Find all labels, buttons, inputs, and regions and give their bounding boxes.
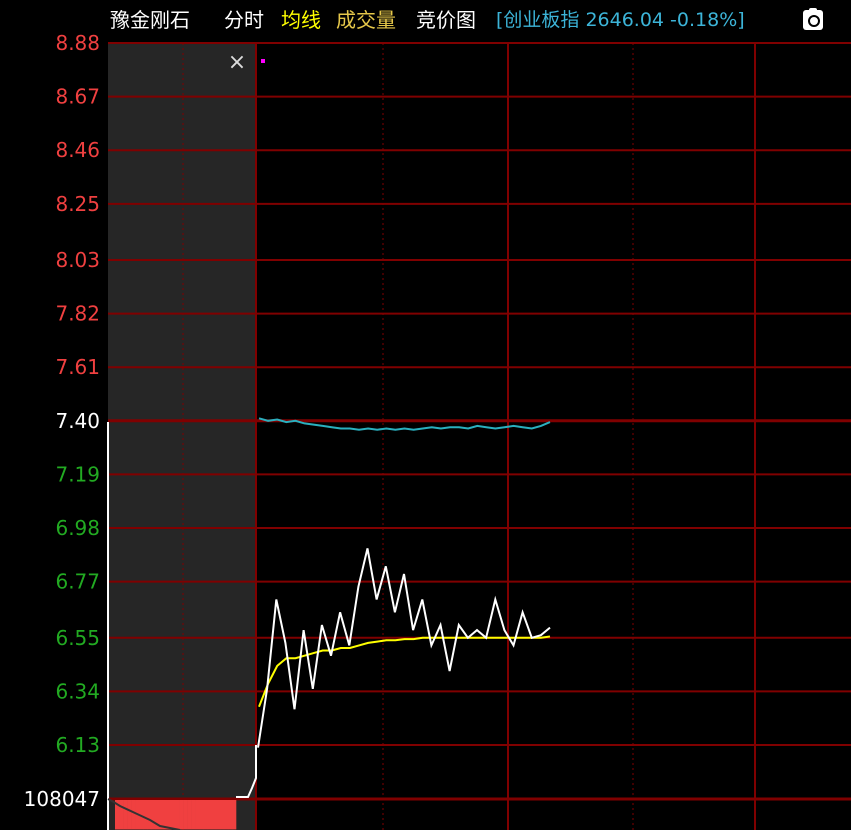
- volume-bar: [131, 800, 136, 830]
- chart-header: 豫金刚石 分时 均线 成交量 竞价图 [创业板指 2646.04 -0.18%]: [0, 0, 851, 42]
- volume-bar: [231, 800, 237, 830]
- volume-bar: [223, 800, 229, 830]
- y-tick-label: 8.25: [55, 192, 100, 216]
- y-tick-label: 7.19: [55, 462, 100, 486]
- marker-dot: [261, 59, 265, 63]
- volume-bar: [195, 800, 200, 830]
- volume-bar: [167, 800, 172, 830]
- index-quote[interactable]: [创业板指 2646.04 -0.18%]: [496, 8, 745, 32]
- stock-name[interactable]: 豫金刚石: [110, 8, 190, 32]
- camera-icon[interactable]: [803, 8, 823, 30]
- volume-bar: [227, 800, 233, 830]
- close-icon[interactable]: ×: [228, 50, 246, 75]
- y-tick-label: 6.77: [55, 570, 100, 594]
- y-tick-label: 6.98: [55, 516, 100, 540]
- volume-bar: [171, 800, 176, 830]
- volume-bar: [199, 800, 205, 830]
- tab-junxian[interactable]: 均线: [281, 8, 321, 32]
- tab-fenshi[interactable]: 分时: [224, 8, 264, 32]
- y-tick-label: 6.13: [55, 733, 100, 757]
- volume-bar: [183, 800, 188, 830]
- volume-label: 108047: [24, 787, 100, 811]
- volume-bar: [151, 800, 156, 830]
- tab-jingjiatu[interactable]: 竞价图: [416, 8, 476, 32]
- volume-bar: [203, 800, 209, 830]
- volume-bar: [175, 800, 180, 830]
- volume-bar: [123, 800, 128, 830]
- volume-bar: [207, 800, 213, 830]
- volume-bar: [127, 800, 132, 830]
- y-tick-label: 7.61: [55, 355, 100, 379]
- y-tick-label: 7.40: [55, 409, 100, 433]
- volume-bar: [187, 800, 192, 830]
- y-tick-label: 8.46: [55, 138, 100, 162]
- y-tick-label: 8.03: [55, 248, 100, 272]
- volume-bar: [211, 800, 217, 830]
- y-tick-label: 7.82: [55, 302, 100, 326]
- volume-bar: [191, 800, 196, 830]
- y-tick-label: 8.67: [55, 85, 100, 109]
- y-tick-label: 6.34: [55, 679, 100, 703]
- y-tick-label: 6.55: [55, 626, 100, 650]
- volume-bar: [119, 800, 124, 830]
- tab-chengjiaoliang[interactable]: 成交量: [336, 8, 396, 32]
- price-line: [257, 548, 551, 748]
- volume-bar: [219, 800, 225, 830]
- volume-bar: [163, 800, 168, 830]
- auction-panel: [108, 43, 256, 830]
- volume-bar: [179, 800, 184, 830]
- volume-bar: [215, 800, 221, 830]
- intraday-chart: 8.888.678.468.258.037.827.617.407.196.98…: [24, 31, 851, 830]
- volume-bar: [143, 800, 148, 830]
- volume-bar: [147, 800, 152, 830]
